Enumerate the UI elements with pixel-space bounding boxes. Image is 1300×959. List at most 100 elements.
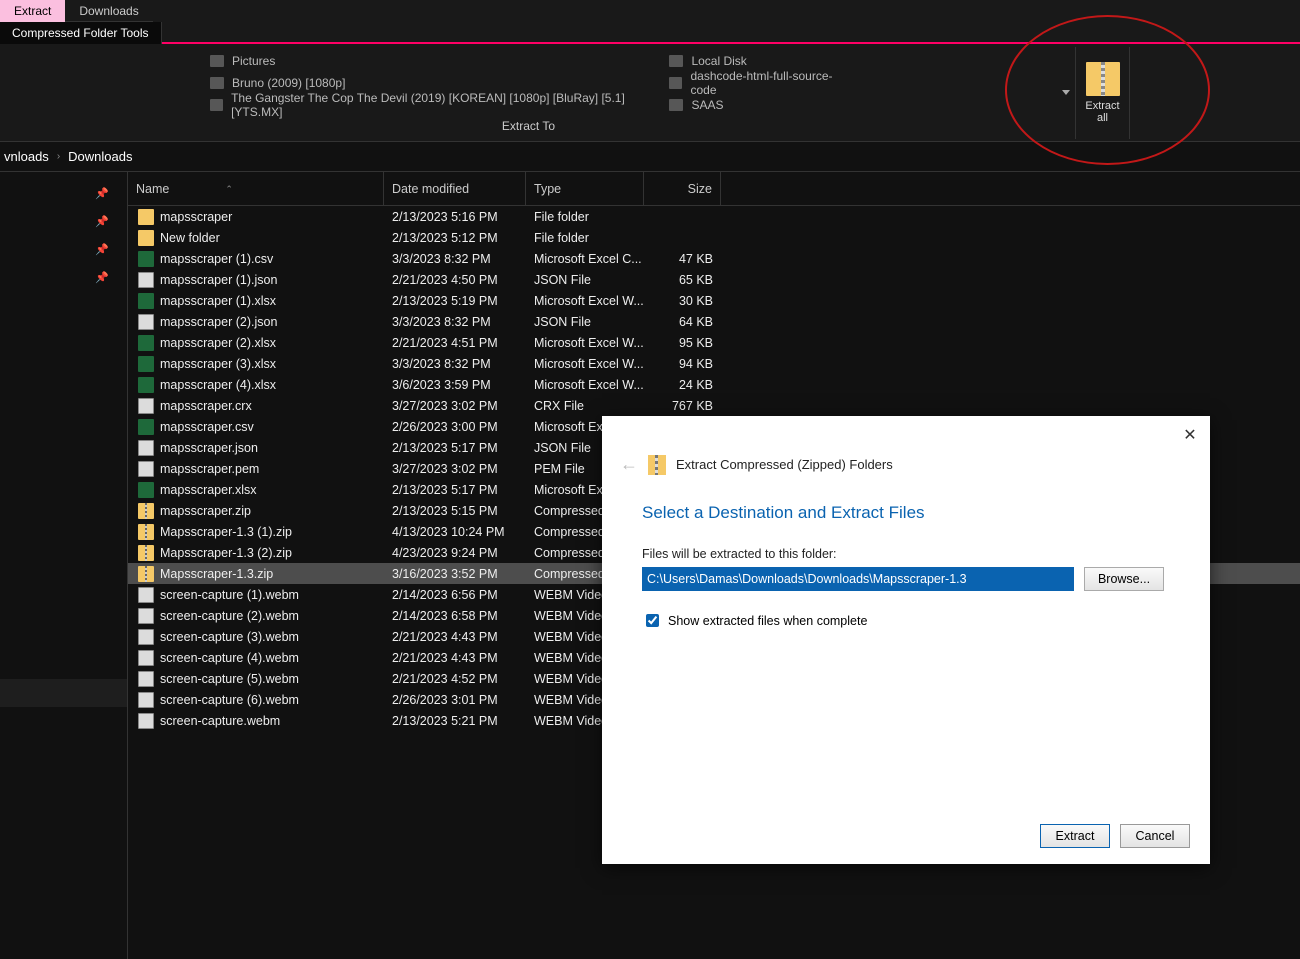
file-name: Mapsscraper-1.3.zip [160, 567, 273, 581]
file-name: mapsscraper.crx [160, 399, 252, 413]
file-name: Mapsscraper-1.3 (2).zip [160, 546, 292, 560]
file-name: screen-capture (6).webm [160, 693, 299, 707]
file-name: mapsscraper [160, 210, 232, 224]
folder-icon [210, 55, 224, 67]
file-icon [138, 440, 154, 456]
file-name: mapsscraper (4).xlsx [160, 378, 276, 392]
file-row[interactable]: mapsscraper (1).json2/21/2023 4:50 PMJSO… [128, 269, 1300, 290]
col-size[interactable]: Size [644, 172, 721, 206]
file-name: mapsscraper.zip [160, 504, 251, 518]
col-type[interactable]: Type [526, 172, 644, 206]
extract-to-left: Pictures Bruno (2009) [1080p] The Gangst… [210, 50, 649, 115]
ribbon-folder[interactable]: dashcode-html-full-source-code [669, 72, 847, 93]
ribbon-folder[interactable]: The Gangster The Cop The Devil (2019) [K… [210, 94, 649, 115]
compressed-folder-tools[interactable]: Compressed Folder Tools [0, 22, 162, 44]
wizard-heading: Select a Destination and Extract Files [642, 503, 1210, 523]
cancel-button[interactable]: Cancel [1120, 824, 1190, 848]
file-date: 3/6/2023 3:59 PM [384, 378, 526, 392]
file-icon [138, 272, 154, 288]
file-size: 24 KB [644, 378, 721, 392]
extract-all-button[interactable]: Extract all [1075, 47, 1130, 139]
file-name: mapsscraper.pem [160, 462, 259, 476]
extract-button[interactable]: Extract [1040, 824, 1110, 848]
pin-icon: 📌 [0, 187, 127, 200]
checkbox-input[interactable] [646, 614, 659, 627]
file-name: screen-capture (4).webm [160, 651, 299, 665]
file-type: Microsoft Excel W... [526, 336, 644, 350]
file-name: screen-capture (1).webm [160, 588, 299, 602]
file-row[interactable]: mapsscraper (3).xlsx3/3/2023 8:32 PMMicr… [128, 353, 1300, 374]
file-icon [138, 377, 154, 393]
file-date: 2/21/2023 4:43 PM [384, 630, 526, 644]
folder-icon [210, 99, 223, 111]
browse-button[interactable]: Browse... [1084, 567, 1164, 591]
file-date: 2/13/2023 5:17 PM [384, 483, 526, 497]
file-icon [138, 461, 154, 477]
column-headers: Name ⌃ Date modified Type Size [128, 172, 1300, 206]
file-date: 4/13/2023 10:24 PM [384, 525, 526, 539]
file-row[interactable]: mapsscraper (4).xlsx 3/6/2023 3:59 PMMicr… [128, 374, 1300, 395]
show-extracted-checkbox[interactable]: Show extracted files when complete [642, 611, 1210, 630]
file-date: 2/13/2023 5:12 PM [384, 231, 526, 245]
wizard-title: Extract Compressed (Zipped) Folders [676, 457, 893, 472]
file-icon [138, 650, 154, 666]
folder-icon [669, 99, 683, 111]
file-name: mapsscraper.json [160, 441, 258, 455]
file-name: mapsscraper (2).xlsx [160, 336, 276, 350]
breadcrumb-part[interactable]: Downloads [68, 149, 132, 164]
file-name: New folder [160, 231, 220, 245]
ribbon-accent [162, 22, 1300, 44]
breadcrumb-part[interactable]: vnloads [4, 149, 49, 164]
wizard-label: Files will be extracted to this folder: [642, 547, 1210, 561]
file-size: 65 KB [644, 273, 721, 287]
file-row[interactable]: mapsscraper (2).json3/3/2023 8:32 PMJSON… [128, 311, 1300, 332]
file-date: 2/13/2023 5:19 PM [384, 294, 526, 308]
col-date[interactable]: Date modified [384, 172, 526, 206]
file-row[interactable]: mapsscraper2/13/2023 5:16 PMFile folder [128, 206, 1300, 227]
ribbon-folder[interactable]: SAAS [669, 94, 847, 115]
close-button[interactable]: ✕ [1176, 422, 1204, 450]
extract-to-more[interactable] [1057, 44, 1075, 141]
file-date: 2/21/2023 4:51 PM [384, 336, 526, 350]
file-type: Microsoft Excel W... [526, 378, 644, 392]
tab-extract[interactable]: Extract [0, 0, 65, 22]
file-date: 2/13/2023 5:21 PM [384, 714, 526, 728]
col-name[interactable]: Name ⌃ [128, 172, 384, 206]
file-date: 2/13/2023 5:17 PM [384, 441, 526, 455]
file-row[interactable]: mapsscraper (1).xlsx2/13/2023 5:19 PMMic… [128, 290, 1300, 311]
pin-icon: 📌 [0, 215, 127, 228]
back-arrow-icon[interactable]: ← [620, 454, 638, 475]
file-name: screen-capture (2).webm [160, 609, 299, 623]
folder-icon [210, 77, 224, 89]
quick-access-item[interactable] [0, 679, 127, 707]
file-icon [138, 713, 154, 729]
ribbon-tabs: Extract Downloads [0, 0, 1300, 22]
destination-input[interactable] [642, 567, 1074, 591]
file-icon [138, 209, 154, 225]
file-icon [138, 314, 154, 330]
file-type: Microsoft Excel C... [526, 252, 644, 266]
breadcrumb[interactable]: vnloads › Downloads [0, 142, 1300, 172]
file-row[interactable]: New folder 2/13/2023 5:12 PMFile folder [128, 227, 1300, 248]
file-size: 767 KB [644, 399, 721, 413]
file-row[interactable]: mapsscraper.crx3/27/2023 3:02 PMCRX File… [128, 395, 1300, 416]
file-date: 3/27/2023 3:02 PM [384, 399, 526, 413]
file-icon [138, 230, 154, 246]
folder-icon [669, 55, 683, 67]
sort-asc-icon: ⌃ [225, 172, 233, 206]
file-name: screen-capture (5).webm [160, 672, 299, 686]
tab-downloads[interactable]: Downloads [65, 0, 152, 22]
nav-sidebar: 📌 📌 📌 📌 [0, 172, 128, 959]
file-type: File folder [526, 231, 644, 245]
file-icon [138, 398, 154, 414]
file-row[interactable]: mapsscraper (2).xlsx 2/21/2023 4:51 PMMic… [128, 332, 1300, 353]
ribbon-folder[interactable]: Pictures [210, 50, 649, 71]
file-name: mapsscraper (2).json [160, 315, 277, 329]
file-type: JSON File [526, 273, 644, 287]
pin-icon: 📌 [0, 243, 127, 256]
file-name: Mapsscraper-1.3 (1).zip [160, 525, 292, 539]
file-date: 3/3/2023 8:32 PM [384, 357, 526, 371]
file-row[interactable]: mapsscraper (1).csv3/3/2023 8:32 PMMicro… [128, 248, 1300, 269]
file-size: 47 KB [644, 252, 721, 266]
file-type: JSON File [526, 315, 644, 329]
